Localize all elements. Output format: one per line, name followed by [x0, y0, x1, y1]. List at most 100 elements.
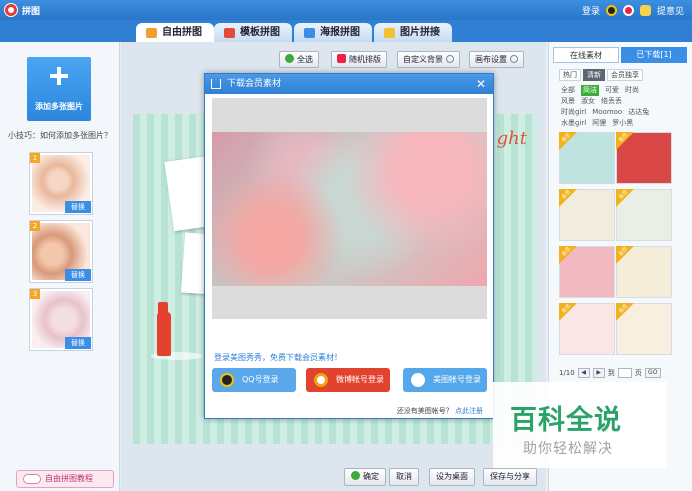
- tag-item[interactable]: 时尚girl: [561, 107, 586, 118]
- tag-row: 水墨girl 阿狸 罗小黑: [561, 118, 689, 129]
- tag-item[interactable]: 阿狸: [592, 118, 606, 129]
- material-tile[interactable]: 会员: [616, 132, 672, 184]
- replace-button[interactable]: 替换: [65, 201, 91, 213]
- qq-login-label: QQ号登录: [242, 375, 279, 384]
- add-images-button[interactable]: 添加多张图片: [27, 57, 91, 121]
- watermark-subtitle: 助你轻松解决: [523, 441, 613, 457]
- poster-collage-icon: [304, 28, 315, 38]
- thumbnail[interactable]: 2 替换: [29, 220, 93, 283]
- tag-row: 全部 简洁 可爱 时尚: [561, 85, 689, 96]
- app-logo-icon: [4, 3, 18, 17]
- login-link[interactable]: 登录: [582, 4, 600, 17]
- custom-background-button[interactable]: 自定义背景: [397, 51, 460, 68]
- canvas-title-text: ght: [496, 128, 527, 149]
- register-line: 还没有美图帐号？ 点此注册: [397, 406, 483, 416]
- thumbnail[interactable]: 3 替换: [29, 288, 93, 351]
- tutorial-label: 自由拼图教程: [45, 474, 93, 483]
- chevron-down-icon: [510, 55, 518, 63]
- material-tile[interactable]: 会员: [616, 303, 672, 355]
- tab-free-collage[interactable]: 自由拼图: [136, 23, 214, 42]
- thumbnail-number: 1: [30, 153, 40, 163]
- tag-item[interactable]: 达达兔: [628, 107, 649, 118]
- dice-icon: [337, 54, 346, 63]
- modal-header: 下载会员素材 ✕: [205, 74, 493, 94]
- tag-item[interactable]: 罗小黑: [612, 118, 633, 129]
- tag-item[interactable]: 时尚: [625, 85, 639, 96]
- thumbnail-list: 1 替换 2 替换 3 替换: [29, 152, 93, 356]
- qq-icon: [220, 373, 234, 387]
- thumbnail-number: 2: [30, 221, 40, 231]
- tag-item[interactable]: 全部: [561, 85, 575, 96]
- tab-label: 自由拼图: [162, 27, 202, 38]
- chip-hot[interactable]: 热门: [559, 69, 581, 81]
- material-tile[interactable]: 会员: [559, 132, 615, 184]
- material-tile[interactable]: 会员: [616, 246, 672, 298]
- download-vip-modal: 下载会员素材 ✕ 登录美图秀秀，免费下载会员素材！ QQ号登录 微博帐号登录 美…: [204, 73, 494, 419]
- thumbnail[interactable]: 1 替换: [29, 152, 93, 215]
- random-layout-button[interactable]: 随机排版: [331, 51, 387, 68]
- tutorial-button[interactable]: 自由拼图教程: [16, 470, 114, 488]
- next-page-button[interactable]: ▶: [592, 368, 605, 378]
- page-input[interactable]: [617, 368, 632, 378]
- free-collage-icon: [146, 28, 157, 38]
- tag-item[interactable]: 水墨girl: [561, 118, 586, 129]
- prev-page-button[interactable]: ◀: [577, 368, 590, 378]
- check-icon: [351, 471, 360, 480]
- title-bar: 拼图 登录 提意见: [0, 0, 692, 20]
- main-tab-strip: 自由拼图 模板拼图 海报拼图 图片拼接: [0, 20, 692, 42]
- login-prompt: 登录美图秀秀，免费下载会员素材！: [214, 353, 342, 362]
- qq-icon[interactable]: [605, 4, 617, 16]
- tag-item[interactable]: 风景: [561, 96, 575, 107]
- canvas-settings-button[interactable]: 画布设置: [469, 51, 524, 68]
- tab-label: 模板拼图: [240, 27, 280, 38]
- weibo-login-button[interactable]: 微博帐号登录: [306, 368, 390, 392]
- chip-vip[interactable]: 会员独享: [607, 69, 643, 81]
- close-icon[interactable]: ✕: [475, 77, 487, 91]
- check-icon: [285, 54, 294, 63]
- tag-grid: 全部 简洁 可爱 时尚 风景 淑女 络丢丢 时尚girl Moomoo 达达兔 …: [561, 85, 689, 129]
- replace-button[interactable]: 替换: [65, 337, 91, 349]
- tag-item[interactable]: 可爱: [605, 85, 619, 96]
- tip-link[interactable]: 小技巧：如何添加多张图片？: [8, 130, 112, 141]
- material-tile[interactable]: 会员: [559, 246, 615, 298]
- weibo-icon[interactable]: [622, 4, 634, 16]
- select-all-button[interactable]: 全选: [279, 51, 319, 68]
- material-tile[interactable]: 会员: [559, 189, 615, 241]
- tag-item[interactable]: Moomoo: [592, 107, 622, 118]
- go-button[interactable]: GO: [644, 368, 661, 378]
- chip-fresh[interactable]: 清新: [583, 69, 605, 81]
- tab-online-materials[interactable]: 在线素材: [553, 47, 619, 63]
- material-tile[interactable]: 会员: [616, 189, 672, 241]
- add-images-label: 添加多张图片: [35, 102, 83, 111]
- qq-login-button[interactable]: QQ号登录: [212, 368, 296, 392]
- download-icon: [211, 79, 221, 89]
- register-link[interactable]: 点此注册: [455, 407, 483, 415]
- material-tile[interactable]: 会员: [559, 303, 615, 355]
- watermark-logo: 百科全说: [510, 405, 622, 436]
- meitu-login-button[interactable]: 美图帐号登录: [403, 368, 487, 392]
- tab-poster-collage[interactable]: 海报拼图: [294, 23, 372, 42]
- confirm-button[interactable]: 确定: [344, 468, 386, 486]
- feedback-icon: [639, 4, 651, 16]
- modal-title: 下载会员素材: [227, 79, 282, 89]
- goto-label: 到: [607, 369, 615, 377]
- watermark: 百科全说 助你轻松解决: [493, 382, 667, 468]
- weibo-icon: [314, 373, 328, 387]
- feedback-link[interactable]: 提意见: [657, 4, 684, 17]
- cancel-button[interactable]: 取消: [389, 468, 419, 486]
- tag-item[interactable]: 络丢丢: [601, 96, 622, 107]
- tab-downloaded[interactable]: 已下载[1]: [621, 47, 687, 63]
- save-share-button[interactable]: 保存与分享: [483, 468, 537, 486]
- titlebar-right: 登录 提意见: [582, 3, 684, 17]
- cloud-icon: [23, 474, 41, 484]
- page-indicator: 1/10: [559, 369, 575, 377]
- illustration-figure: [157, 302, 171, 356]
- tab-image-stitch[interactable]: 图片拼接: [374, 23, 452, 42]
- tag-item[interactable]: 淑女: [581, 96, 595, 107]
- replace-button[interactable]: 替换: [65, 269, 91, 281]
- tab-label: 图片拼接: [400, 27, 440, 38]
- confirm-label: 确定: [363, 472, 379, 481]
- tag-item[interactable]: 简洁: [581, 85, 599, 96]
- set-desktop-button[interactable]: 设为桌面: [429, 468, 475, 486]
- tab-template-collage[interactable]: 模板拼图: [214, 23, 292, 42]
